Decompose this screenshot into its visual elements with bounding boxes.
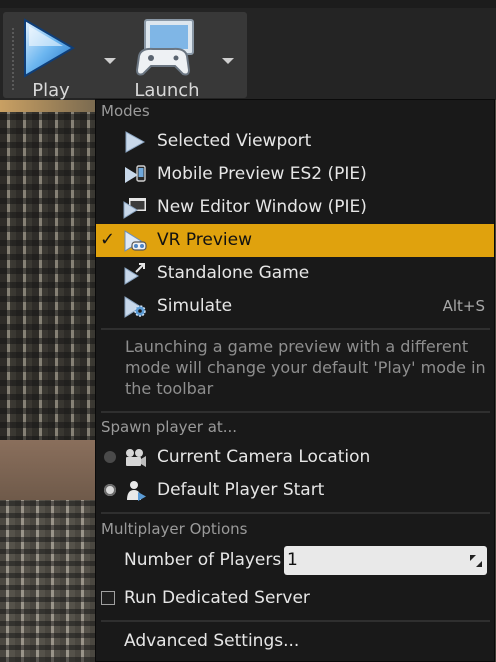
menu-item-new-editor-window[interactable]: New Editor Window (PIE) — [96, 191, 494, 224]
advanced-settings-label: Advanced Settings... — [124, 631, 300, 651]
number-of-players-label: Number of Players — [124, 550, 282, 570]
dedicated-server-label: Run Dedicated Server — [124, 588, 310, 608]
dedicated-server-checkbox[interactable] — [101, 591, 115, 605]
spin-drag-icon[interactable] — [469, 554, 483, 568]
menu-item-label: Standalone Game — [157, 263, 310, 283]
simulate-shortcut: Alt+S — [442, 297, 485, 315]
level-editor-toolbar: Play Launch — [0, 8, 496, 101]
spawn-option-current-camera[interactable]: Current Camera Location — [96, 441, 494, 474]
menu-separator — [101, 328, 490, 330]
menu-item-selected-viewport[interactable]: Selected Viewport — [96, 125, 494, 158]
checkmark-icon: ✓ — [100, 229, 116, 250]
toolbar-top-border — [0, 0, 496, 8]
menu-item-simulate[interactable]: Simulate Alt+S — [96, 290, 494, 323]
viewport-building — [0, 112, 95, 442]
launch-options-dropdown[interactable] — [217, 46, 239, 76]
menu-separator — [101, 411, 490, 413]
play-launch-group: Play Launch — [3, 12, 247, 101]
menu-item-label: Selected Viewport — [157, 131, 312, 151]
play-options-menu: Modes Selected Viewport Mobile Preview E… — [95, 99, 495, 662]
mobile-preview-icon — [125, 165, 146, 183]
multiplayer-section-header: Multiplayer Options — [101, 520, 248, 538]
radio-button-unselected[interactable] — [104, 451, 116, 463]
menu-item-label: Default Player Start — [157, 480, 325, 500]
menu-item-mobile-preview[interactable]: Mobile Preview ES2 (PIE) — [96, 158, 494, 191]
simulate-gear-icon — [124, 296, 146, 318]
menu-separator — [101, 512, 490, 514]
menu-item-standalone-game[interactable]: Standalone Game — [96, 257, 494, 290]
play-label: Play — [32, 80, 70, 101]
launch-button[interactable]: Launch — [127, 16, 207, 101]
spawn-section-header: Spawn player at... — [101, 418, 238, 436]
launch-monitor-gamepad-icon — [135, 19, 194, 76]
vr-headset-icon — [124, 230, 147, 252]
play-icon — [24, 18, 75, 78]
spawn-option-default-player-start[interactable]: Default Player Start — [96, 474, 494, 507]
radio-button-selected[interactable] — [104, 484, 116, 496]
menu-item-label: Current Camera Location — [157, 447, 371, 467]
menu-item-vr-preview[interactable]: ✓ VR Preview — [96, 224, 494, 257]
number-of-players-value: 1 — [287, 550, 298, 570]
menu-separator — [101, 620, 490, 622]
viewport-building-lower — [0, 500, 95, 662]
menu-item-label: Mobile Preview ES2 (PIE) — [157, 164, 367, 184]
number-of-players-row: Number of Players — [96, 544, 284, 577]
number-of-players-input[interactable]: 1 — [284, 546, 487, 575]
play-triangle-icon — [125, 131, 146, 153]
play-button[interactable]: Play — [11, 16, 91, 101]
run-dedicated-server-row[interactable]: Run Dedicated Server — [96, 582, 494, 615]
modes-description: Launching a game preview with a differen… — [125, 337, 486, 398]
play-options-dropdown[interactable] — [99, 46, 121, 76]
advanced-settings-item[interactable]: Advanced Settings... — [96, 625, 494, 658]
menu-item-label: Simulate — [157, 296, 233, 316]
standalone-game-icon — [124, 263, 145, 285]
menu-item-label: New Editor Window (PIE) — [157, 197, 367, 217]
viewport-building-band — [0, 440, 95, 500]
modes-section-header: Modes — [101, 102, 150, 120]
player-start-icon — [127, 481, 146, 501]
menu-item-label: VR Preview — [157, 230, 253, 250]
editor-window-icon — [123, 198, 146, 219]
camera-icon — [126, 449, 146, 467]
